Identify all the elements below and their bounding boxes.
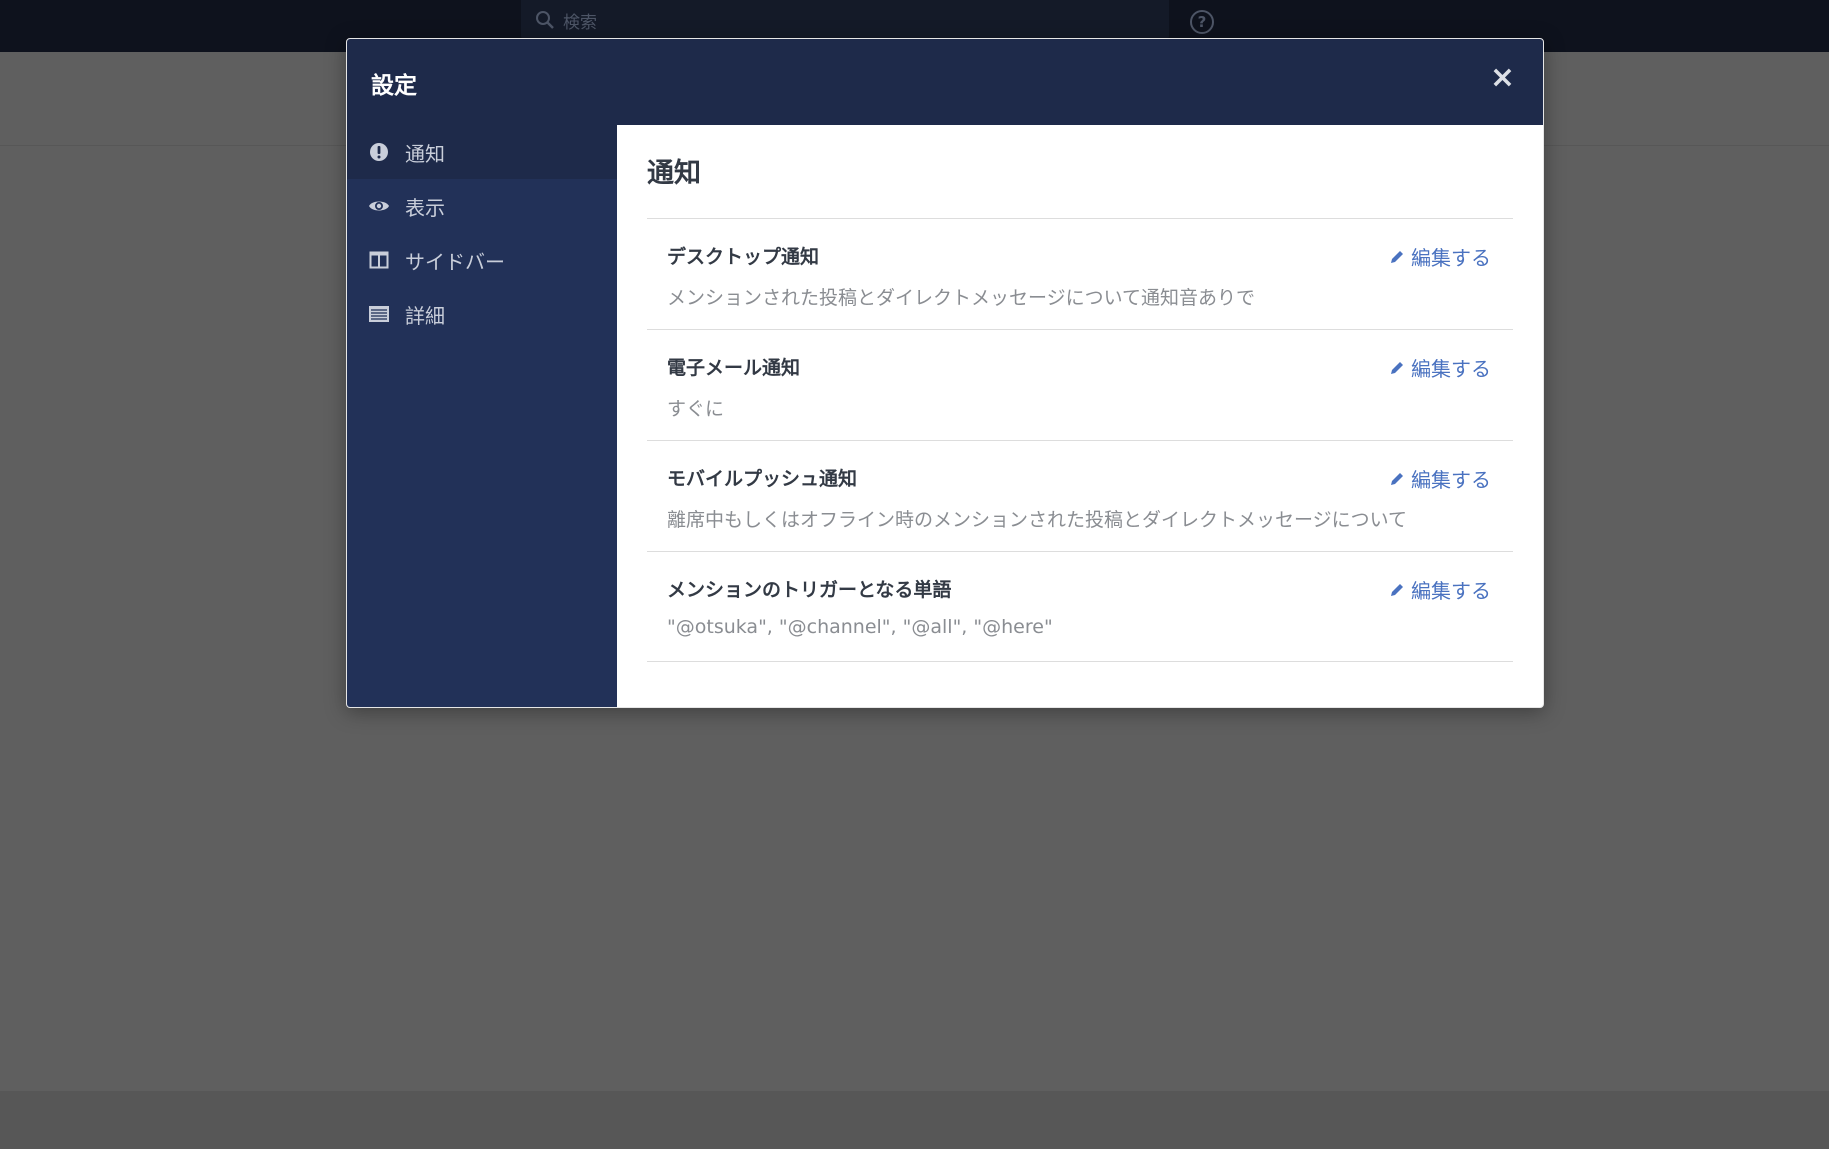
modal-title: 設定 — [371, 73, 417, 99]
edit-label: 編集する — [1411, 357, 1491, 381]
section-title: 通知 — [647, 158, 701, 189]
setting-row: デスクトップ通知 メンションされた投稿とダイレクトメッセージについて通知音ありで… — [647, 218, 1513, 329]
settings-content: 通知 デスクトップ通知 メンションされた投稿とダイレクトメッセージについて通知音… — [617, 125, 1543, 707]
search-placeholder: 検索 — [563, 12, 597, 33]
search-icon — [536, 11, 554, 29]
edit-label: 編集する — [1411, 246, 1491, 270]
search-input[interactable]: 検索 — [521, 0, 1169, 40]
edit-button[interactable]: 編集する — [1389, 464, 1491, 493]
background-footer — [0, 1091, 1829, 1149]
pencil-icon — [1391, 472, 1403, 485]
edit-button[interactable]: 編集する — [1389, 575, 1491, 604]
edit-button[interactable]: 編集する — [1389, 353, 1491, 382]
setting-title: メンションのトリガーとなる単語 — [667, 579, 952, 601]
sidebar-item-label: 詳細 — [405, 303, 445, 328]
exclamation-circle-icon — [368, 141, 390, 163]
pencil-icon — [1391, 250, 1403, 263]
sidebar-item-display[interactable]: 表示 — [347, 179, 617, 233]
pencil-icon — [1391, 583, 1403, 596]
setting-title: モバイルプッシュ通知 — [667, 468, 858, 490]
setting-title: デスクトップ通知 — [667, 246, 820, 268]
list-icon — [368, 303, 390, 325]
setting-title: 電子メール通知 — [667, 357, 801, 379]
setting-description: "@otsuka", "@channel", "@all", "@here" — [667, 616, 1053, 638]
setting-row: メンションのトリガーとなる単語 "@otsuka", "@channel", "… — [647, 551, 1513, 662]
sidebar-item-label: 通知 — [405, 141, 445, 166]
sidebar-item-sidebar[interactable]: サイドバー — [347, 233, 617, 287]
sidebar-item-label: サイドバー — [405, 249, 505, 274]
edit-label: 編集する — [1411, 468, 1491, 492]
help-icon[interactable]: ? — [1190, 10, 1214, 34]
close-button[interactable]: × — [1490, 63, 1515, 93]
sidebar-item-label: 表示 — [405, 195, 445, 220]
modal-header: 設定 × — [347, 39, 1543, 125]
settings-modal: 設定 × 通知 表示 サイドバー 詳細 通知 デスクトップ通知 メンションされた… — [346, 38, 1544, 708]
settings-sidebar: 通知 表示 サイドバー 詳細 — [347, 125, 617, 707]
setting-row: 電子メール通知 すぐに 編集する — [647, 329, 1513, 440]
eye-icon — [368, 195, 390, 217]
setting-row: モバイルプッシュ通知 離席中もしくはオフライン時のメンションされた投稿とダイレク… — [647, 440, 1513, 551]
edit-label: 編集する — [1411, 579, 1491, 603]
edit-button[interactable]: 編集する — [1389, 242, 1491, 271]
pencil-icon — [1391, 361, 1403, 374]
sidebar-item-advanced[interactable]: 詳細 — [347, 287, 617, 341]
setting-description: 離席中もしくはオフライン時のメンションされた投稿とダイレクトメッセージについて — [667, 509, 1408, 531]
setting-description: すぐに — [667, 398, 725, 420]
setting-description: メンションされた投稿とダイレクトメッセージについて通知音ありで — [667, 287, 1256, 309]
sidebar-item-notifications[interactable]: 通知 — [347, 125, 617, 179]
columns-icon — [368, 249, 390, 271]
